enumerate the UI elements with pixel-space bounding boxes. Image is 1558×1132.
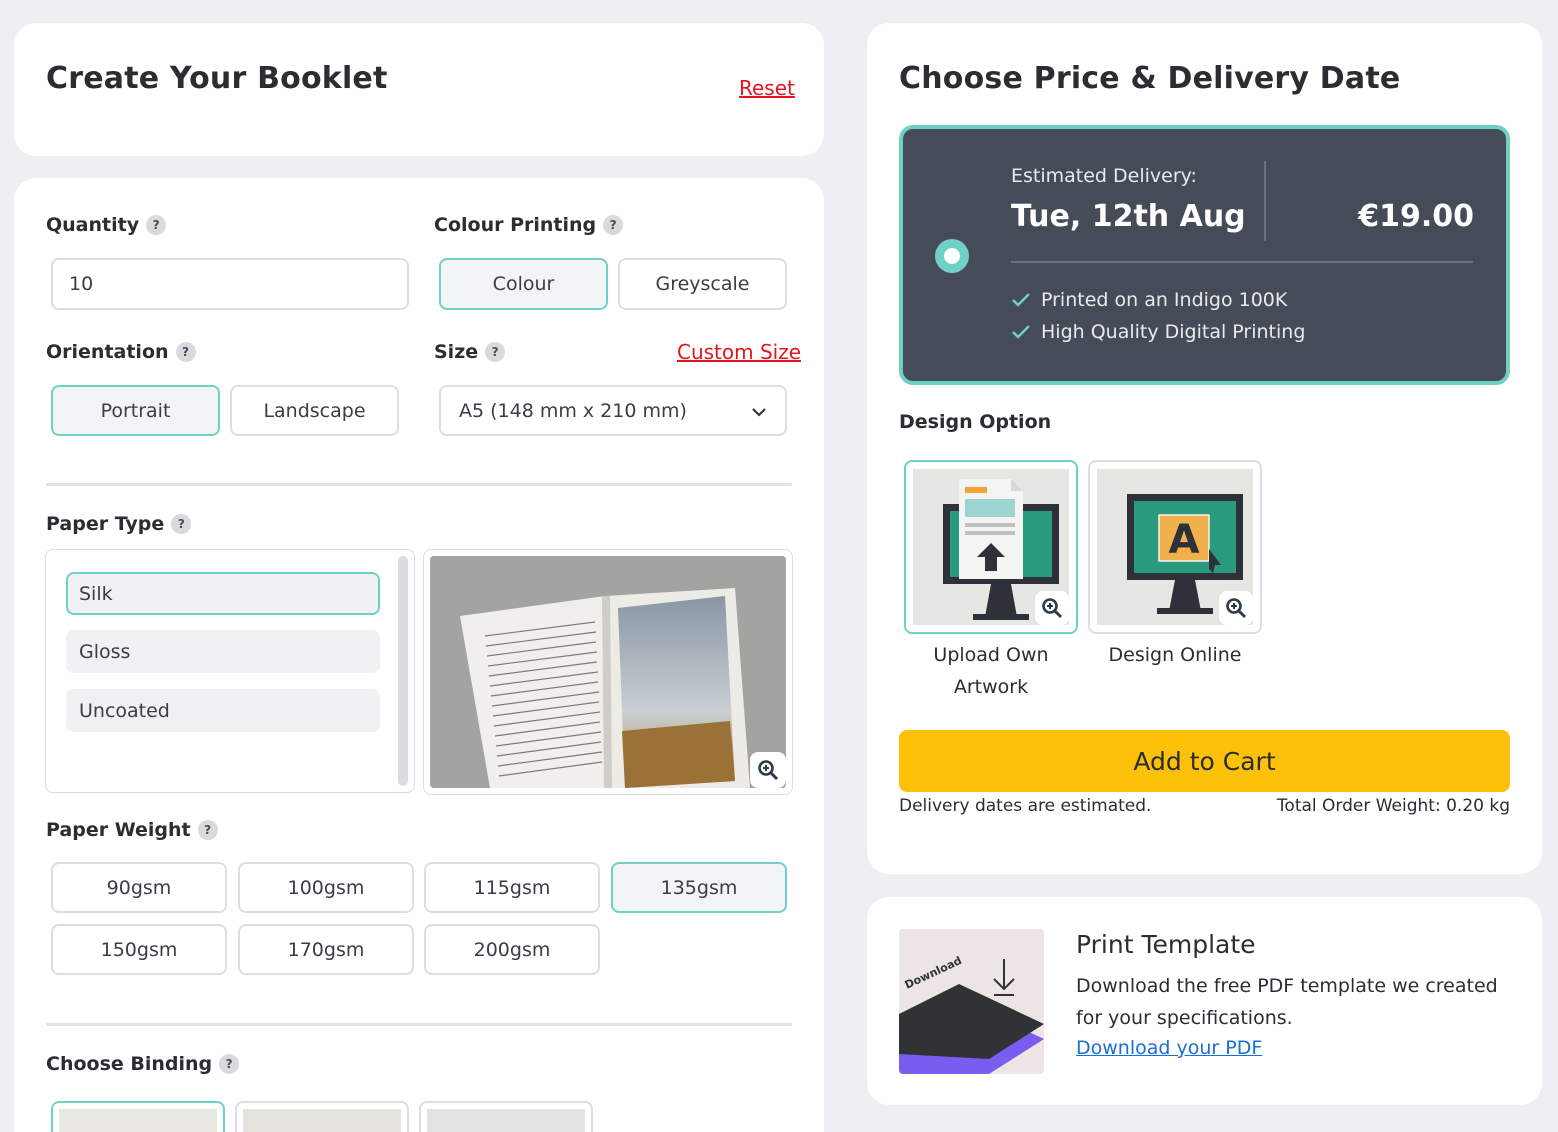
upload-artwork-image <box>913 469 1069 625</box>
paper-weight-170gsm[interactable]: 170gsm <box>238 924 414 975</box>
paper-type-option-silk[interactable]: Silk <box>66 572 380 615</box>
paper-type-list: Silk Gloss Uncoated <box>45 549 415 793</box>
design-option-online-line: Design Online <box>1108 644 1242 666</box>
add-to-cart-button[interactable]: Add to Cart <box>899 730 1510 792</box>
size-select-value: A5 (148 mm x 210 mm) <box>459 399 687 422</box>
chevron-down-icon <box>751 400 767 422</box>
paper-preview-image <box>430 556 786 788</box>
paper-type-scrollbar[interactable] <box>398 556 408 786</box>
paper-weight-100gsm[interactable]: 100gsm <box>238 862 414 913</box>
design-online-image: A <box>1097 469 1253 625</box>
quantity-label-text: Quantity <box>46 214 140 236</box>
delivery-divider <box>1011 261 1473 263</box>
check-icon <box>1012 325 1030 339</box>
quantity-input[interactable]: 10 <box>51 258 409 310</box>
binding-thumb <box>243 1109 401 1132</box>
paper-weight-label: Paper Weight ? <box>46 819 218 841</box>
binding-option-3[interactable] <box>419 1101 593 1132</box>
colour-printing-label: Colour Printing ? <box>434 214 624 236</box>
add-to-cart-label: Add to Cart <box>1133 746 1276 776</box>
feature-text: High Quality Digital Printing <box>1041 321 1306 343</box>
size-select[interactable]: A5 (148 mm x 210 mm) <box>439 385 787 436</box>
colour-option-colour[interactable]: Colour <box>439 258 608 310</box>
svg-text:A: A <box>1169 517 1200 563</box>
question-mark-icon[interactable]: ? <box>219 1054 240 1074</box>
size-label: Size ? <box>434 341 506 363</box>
quantity-label: Quantity ? <box>46 214 167 236</box>
zoom-in-icon[interactable] <box>1035 591 1069 625</box>
paper-type-option-uncoated[interactable]: Uncoated <box>66 689 380 732</box>
question-mark-icon[interactable]: ? <box>603 215 624 235</box>
design-option-online-label: Design Online <box>1088 639 1262 671</box>
paper-weight-90gsm[interactable]: 90gsm <box>51 862 227 913</box>
feature-item: Printed on an Indigo 100K <box>1011 289 1287 311</box>
design-option-upload[interactable] <box>904 460 1078 634</box>
paper-weight-200gsm[interactable]: 200gsm <box>424 924 600 975</box>
template-title: Print Template <box>1076 930 1256 959</box>
page-title: Create Your Booklet <box>46 61 388 96</box>
price-amount: €19.00 <box>1358 199 1474 234</box>
delivery-price-option[interactable]: Estimated Delivery: Tue, 12th Aug €19.00… <box>899 125 1510 385</box>
booklet-options-card: Quantity ? 10 Colour Printing ? Colour G… <box>14 178 824 1132</box>
custom-size-link[interactable]: Custom Size <box>677 340 801 364</box>
feature-text: Printed on an Indigo 100K <box>1041 289 1288 311</box>
zoom-in-icon[interactable] <box>750 752 786 788</box>
section-divider <box>46 1023 792 1026</box>
binding-thumb <box>427 1109 585 1132</box>
binding-option-2[interactable] <box>235 1101 409 1132</box>
template-description-line: for your specifications. <box>1076 1007 1293 1029</box>
quantity-value: 10 <box>69 273 94 295</box>
paper-type-option-gloss[interactable]: Gloss <box>66 630 380 673</box>
section-divider <box>46 483 792 486</box>
paper-weight-label-text: Paper Weight <box>46 819 191 841</box>
check-icon <box>1012 293 1030 307</box>
question-mark-icon[interactable]: ? <box>175 342 196 362</box>
radio-dot <box>944 248 960 264</box>
design-option-label: Design Option <box>899 411 1052 433</box>
size-label-text: Size <box>434 341 479 363</box>
design-option-upload-line: Upload Own <box>933 644 1049 666</box>
paper-type-label-text: Paper Type <box>46 513 165 535</box>
design-option-upload-line: Artwork <box>953 676 1029 698</box>
paper-type-label: Paper Type ? <box>46 513 192 535</box>
paper-weight-115gsm[interactable]: 115gsm <box>424 862 600 913</box>
delivery-note: Delivery dates are estimated. <box>899 796 1152 816</box>
delivery-label: Estimated Delivery: <box>1011 165 1197 187</box>
question-mark-icon[interactable]: ? <box>146 215 167 235</box>
binding-thumb <box>59 1109 217 1132</box>
binding-option-1[interactable] <box>51 1101 225 1132</box>
download-pdf-link[interactable]: Download your PDF <box>1076 1037 1262 1059</box>
order-weight: Total Order Weight: 0.20 kg <box>1276 796 1510 816</box>
price-delivery-card: Choose Price & Delivery Date Estimated D… <box>867 23 1542 874</box>
template-description: Download the free PDF template we create… <box>1076 970 1498 1034</box>
question-mark-icon[interactable]: ? <box>485 342 506 362</box>
feature-item: High Quality Digital Printing <box>1011 321 1305 343</box>
delivery-radio[interactable] <box>935 239 969 273</box>
paper-weight-150gsm[interactable]: 150gsm <box>51 924 227 975</box>
orientation-label-text: Orientation <box>46 341 169 363</box>
paper-weight-135gsm[interactable]: 135gsm <box>611 862 787 913</box>
question-mark-icon[interactable]: ? <box>171 514 192 534</box>
zoom-in-icon[interactable] <box>1219 591 1253 625</box>
design-option-upload-label: Upload Own Artwork <box>904 639 1078 703</box>
binding-label-text: Choose Binding <box>46 1053 213 1075</box>
reset-link[interactable]: Reset <box>739 76 795 100</box>
colour-printing-label-text: Colour Printing <box>434 214 597 236</box>
question-mark-icon[interactable]: ? <box>197 820 218 840</box>
price-separator <box>1264 161 1266 241</box>
booklet-header-card: Create Your Booklet Reset <box>14 23 824 156</box>
orientation-label: Orientation ? <box>46 341 196 363</box>
colour-option-greyscale[interactable]: Greyscale <box>618 258 787 310</box>
price-title: Choose Price & Delivery Date <box>899 61 1401 96</box>
design-option-online[interactable]: A <box>1088 460 1262 634</box>
orientation-option-portrait[interactable]: Portrait <box>51 385 220 436</box>
template-thumbnail: Download <box>899 929 1044 1074</box>
delivery-date: Tue, 12th Aug <box>1011 199 1246 234</box>
print-template-card: Download Print Template Download the fre… <box>867 897 1542 1105</box>
template-description-line: Download the free PDF template we create… <box>1076 975 1498 997</box>
orientation-option-landscape[interactable]: Landscape <box>230 385 399 436</box>
paper-preview-frame <box>423 549 793 795</box>
binding-label: Choose Binding ? <box>46 1053 240 1075</box>
